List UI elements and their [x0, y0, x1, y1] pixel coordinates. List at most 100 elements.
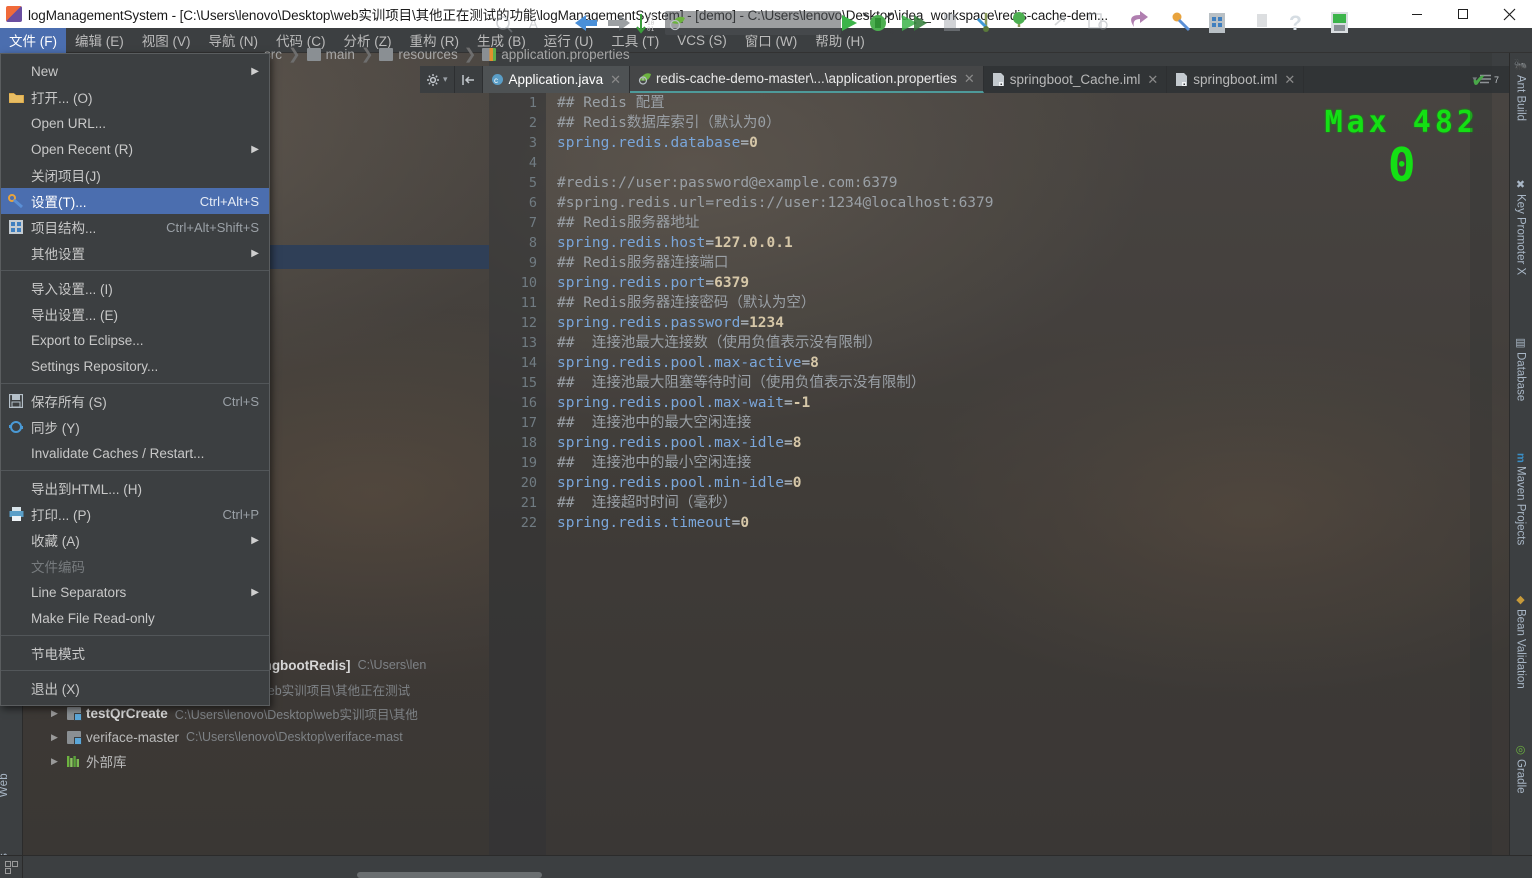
file-menu-item-15[interactable]: 导出到HTML... (H)	[1, 475, 269, 501]
tree-expand-arrow-icon[interactable]: ▶	[51, 708, 67, 719]
file-menu-item-10[interactable]: Export to Eclipse...	[1, 327, 269, 353]
menubar-item-2[interactable]: 视图 (V)	[133, 28, 200, 53]
file-menu-item-8[interactable]: 导入设置... (I)	[1, 275, 269, 301]
code-line[interactable]: spring.redis.pool.max-active=8	[557, 353, 1509, 373]
menubar-item-1[interactable]: 编辑 (E)	[66, 28, 133, 53]
code-line[interactable]: ## 连接池中的最小空闲连接	[557, 453, 1509, 473]
code-line[interactable]: #spring.redis.url=redis://user:1234@loca…	[557, 193, 1509, 213]
code-line[interactable]: spring.redis.password=1234	[557, 313, 1509, 333]
code-line[interactable]: spring.redis.port=6379	[557, 273, 1509, 293]
code-line[interactable]: ## Redis服务器连接密码（默认为空）	[557, 293, 1509, 313]
code-line[interactable]: #redis://user:password@example.com:6379	[557, 173, 1509, 193]
code-line[interactable]: ## 连接池中的最大空闲连接	[557, 413, 1509, 433]
code-editor[interactable]: 1 2 3 4 5 6 7 8 9 10 11 12 13 14 15 16 17 18 19 20 21 22 ## R…	[489, 93, 1509, 855]
code-line[interactable]: ## Redis 配置	[557, 93, 1509, 113]
tab-close-icon[interactable]: ✕	[964, 71, 975, 87]
code-token-op: =	[705, 275, 715, 291]
code-line[interactable]: ## Redis服务器地址	[557, 213, 1509, 233]
line-number: 1	[528, 95, 537, 111]
file-menu-item-5[interactable]: 设置(T)... Ctrl+Alt+S	[1, 188, 269, 214]
file-menu-item-17[interactable]: 收藏 (A) ▶	[1, 527, 269, 553]
collapse-all-button[interactable]	[454, 66, 483, 93]
file-menu-item-0[interactable]: New ▶	[1, 58, 269, 84]
inspection-ok-icon: ✔	[1472, 73, 1486, 90]
file-menu-item-3[interactable]: Open Recent (R) ▶	[1, 136, 269, 162]
file-menu-item-13[interactable]: 同步 (Y)	[1, 414, 269, 440]
editor-tab-label: Application.java	[508, 72, 604, 87]
code-line[interactable]: spring.redis.timeout=0	[557, 513, 1509, 533]
breadcrumb-item-1[interactable]: main	[303, 47, 359, 62]
code-token-val: 127.0.0.1	[714, 235, 793, 251]
editor-settings-gear[interactable]: ▾	[420, 66, 455, 93]
code-token-key: spring.redis.pool.max-active	[557, 355, 802, 371]
code-line[interactable]: ## Redis数据库索引（默认为0）	[557, 113, 1509, 133]
code-line[interactable]: spring.redis.host=127.0.0.1	[557, 233, 1509, 253]
file-menu-item-2[interactable]: Open URL...	[1, 110, 269, 136]
breadcrumb-item-2[interactable]: resources	[375, 47, 461, 62]
tab-close-icon[interactable]: ✕	[1147, 72, 1158, 88]
code-line[interactable]: spring.redis.database=0	[557, 133, 1509, 153]
file-menu-item-16[interactable]: 打印... (P) Ctrl+P	[1, 501, 269, 527]
code-line[interactable]: ## 连接池最大阻塞等待时间（使用负值表示没有限制）	[557, 373, 1509, 393]
code-token-key: spring.redis.pool.min-idle	[557, 475, 784, 491]
tool-window-web[interactable]: Web	[0, 773, 21, 797]
tree-expand-arrow-icon[interactable]: ▶	[51, 732, 67, 743]
file-menu-item-21[interactable]: 节电模式	[1, 640, 269, 666]
tool-window-maven[interactable]: m Maven Projects	[1509, 453, 1532, 545]
editor-tab-0[interactable]: c Application.java ✕	[482, 66, 630, 93]
file-menu-item-label: 节电模式	[31, 647, 85, 662]
tab-close-icon[interactable]: ✕	[610, 72, 621, 88]
line-number: 7	[528, 215, 537, 231]
file-menu-item-11[interactable]: Settings Repository...	[1, 353, 269, 379]
code-line[interactable]: spring.redis.pool.max-idle=8	[557, 433, 1509, 453]
editor-tab-3[interactable]: springboot.iml ✕	[1167, 66, 1305, 93]
line-number: 15	[520, 375, 537, 391]
code-token-comment: ## Redis服务器连接端口	[557, 255, 729, 271]
project-tree-row[interactable]: ▶ veriface-master C:\Users\lenovo\Desktop\…	[23, 725, 489, 749]
file-menu-item-6[interactable]: 项目结构... Ctrl+Alt+Shift+S	[1, 214, 269, 240]
menubar-item-3[interactable]: 导航 (N)	[200, 28, 268, 53]
breadcrumb-separator: ❯	[288, 46, 301, 63]
file-menu-item-4[interactable]: 关闭项目(J)	[1, 162, 269, 188]
line-number: 3	[528, 135, 537, 151]
tool-window-key-promoter[interactable]: ✖ Key Promoter X	[1509, 178, 1532, 275]
editor-tab-2[interactable]: springboot_Cache.iml ✕	[984, 66, 1168, 93]
menu-item-no-icon	[7, 63, 25, 79]
code-token-val: 8	[810, 355, 819, 371]
code-line[interactable]: spring.redis.pool.max-wait=-1	[557, 393, 1509, 413]
code-line[interactable]: ## 连接超时时间（毫秒）	[557, 493, 1509, 513]
code-lines[interactable]: ## Redis 配置 ## Redis数据库索引（默认为0） spring.red…	[557, 93, 1509, 533]
code-token-val: 8	[792, 435, 802, 451]
editor-marker-gutter[interactable]: ✔	[1470, 53, 1492, 855]
file-menu-item-9[interactable]: 导出设置... (E)	[1, 301, 269, 327]
tool-window-gradle[interactable]: ◎ Gradle	[1509, 743, 1532, 794]
menu-item-no-icon	[7, 610, 25, 626]
file-menu-item-12[interactable]: 保存所有 (S) Ctrl+S	[1, 388, 269, 414]
tool-window-ant-build[interactable]: 🐜 Ant Build	[1509, 59, 1532, 121]
file-menu-item-14[interactable]: Invalidate Caches / Restart...	[1, 440, 269, 466]
file-menu-item-22[interactable]: 退出 (X)	[1, 675, 269, 701]
tree-expand-arrow-icon[interactable]: ▶	[51, 756, 67, 767]
tool-window-database[interactable]: ▤ Database	[1509, 336, 1532, 401]
project-tree-row[interactable]: ▶ 外部库	[23, 749, 489, 773]
file-menu-item-19[interactable]: Line Separators ▶	[1, 579, 269, 605]
code-line[interactable]: ## 连接池最大连接数（使用负值表示没有限制）	[557, 333, 1509, 353]
editor-tab-1[interactable]: redis-cache-demo-master\...\application.…	[630, 66, 984, 93]
menubar-item-0[interactable]: 文件 (F)	[0, 27, 66, 53]
code-line[interactable]: ## Redis服务器连接端口	[557, 253, 1509, 273]
file-menu-item-1[interactable]: 打开... (O)	[1, 84, 269, 110]
code-line[interactable]: spring.redis.pool.min-idle=0	[557, 473, 1509, 493]
tool-window-bean-validation[interactable]: ◆ Bean Validation	[1509, 593, 1532, 689]
show-tool-windows-icon[interactable]	[0, 855, 23, 878]
tool-window-label: Ant Build	[1514, 75, 1527, 122]
tab-close-icon[interactable]: ✕	[1284, 72, 1295, 88]
code-line[interactable]	[557, 153, 1509, 173]
breadcrumb-item-3[interactable]: application.properties	[478, 47, 633, 62]
code-token-comment: ## 连接超时时间（毫秒）	[557, 495, 737, 511]
properties-file-icon	[482, 47, 497, 61]
folder-icon	[306, 47, 321, 61]
file-menu-popup[interactable]: New ▶ 打开... (O) Open URL... Open Recent (R) ▶…	[0, 53, 270, 706]
file-menu-item-7[interactable]: 其他设置 ▶	[1, 240, 269, 266]
file-menu-item-20[interactable]: Make File Read-only	[1, 605, 269, 631]
horizontal-scrollbar[interactable]	[357, 872, 542, 878]
